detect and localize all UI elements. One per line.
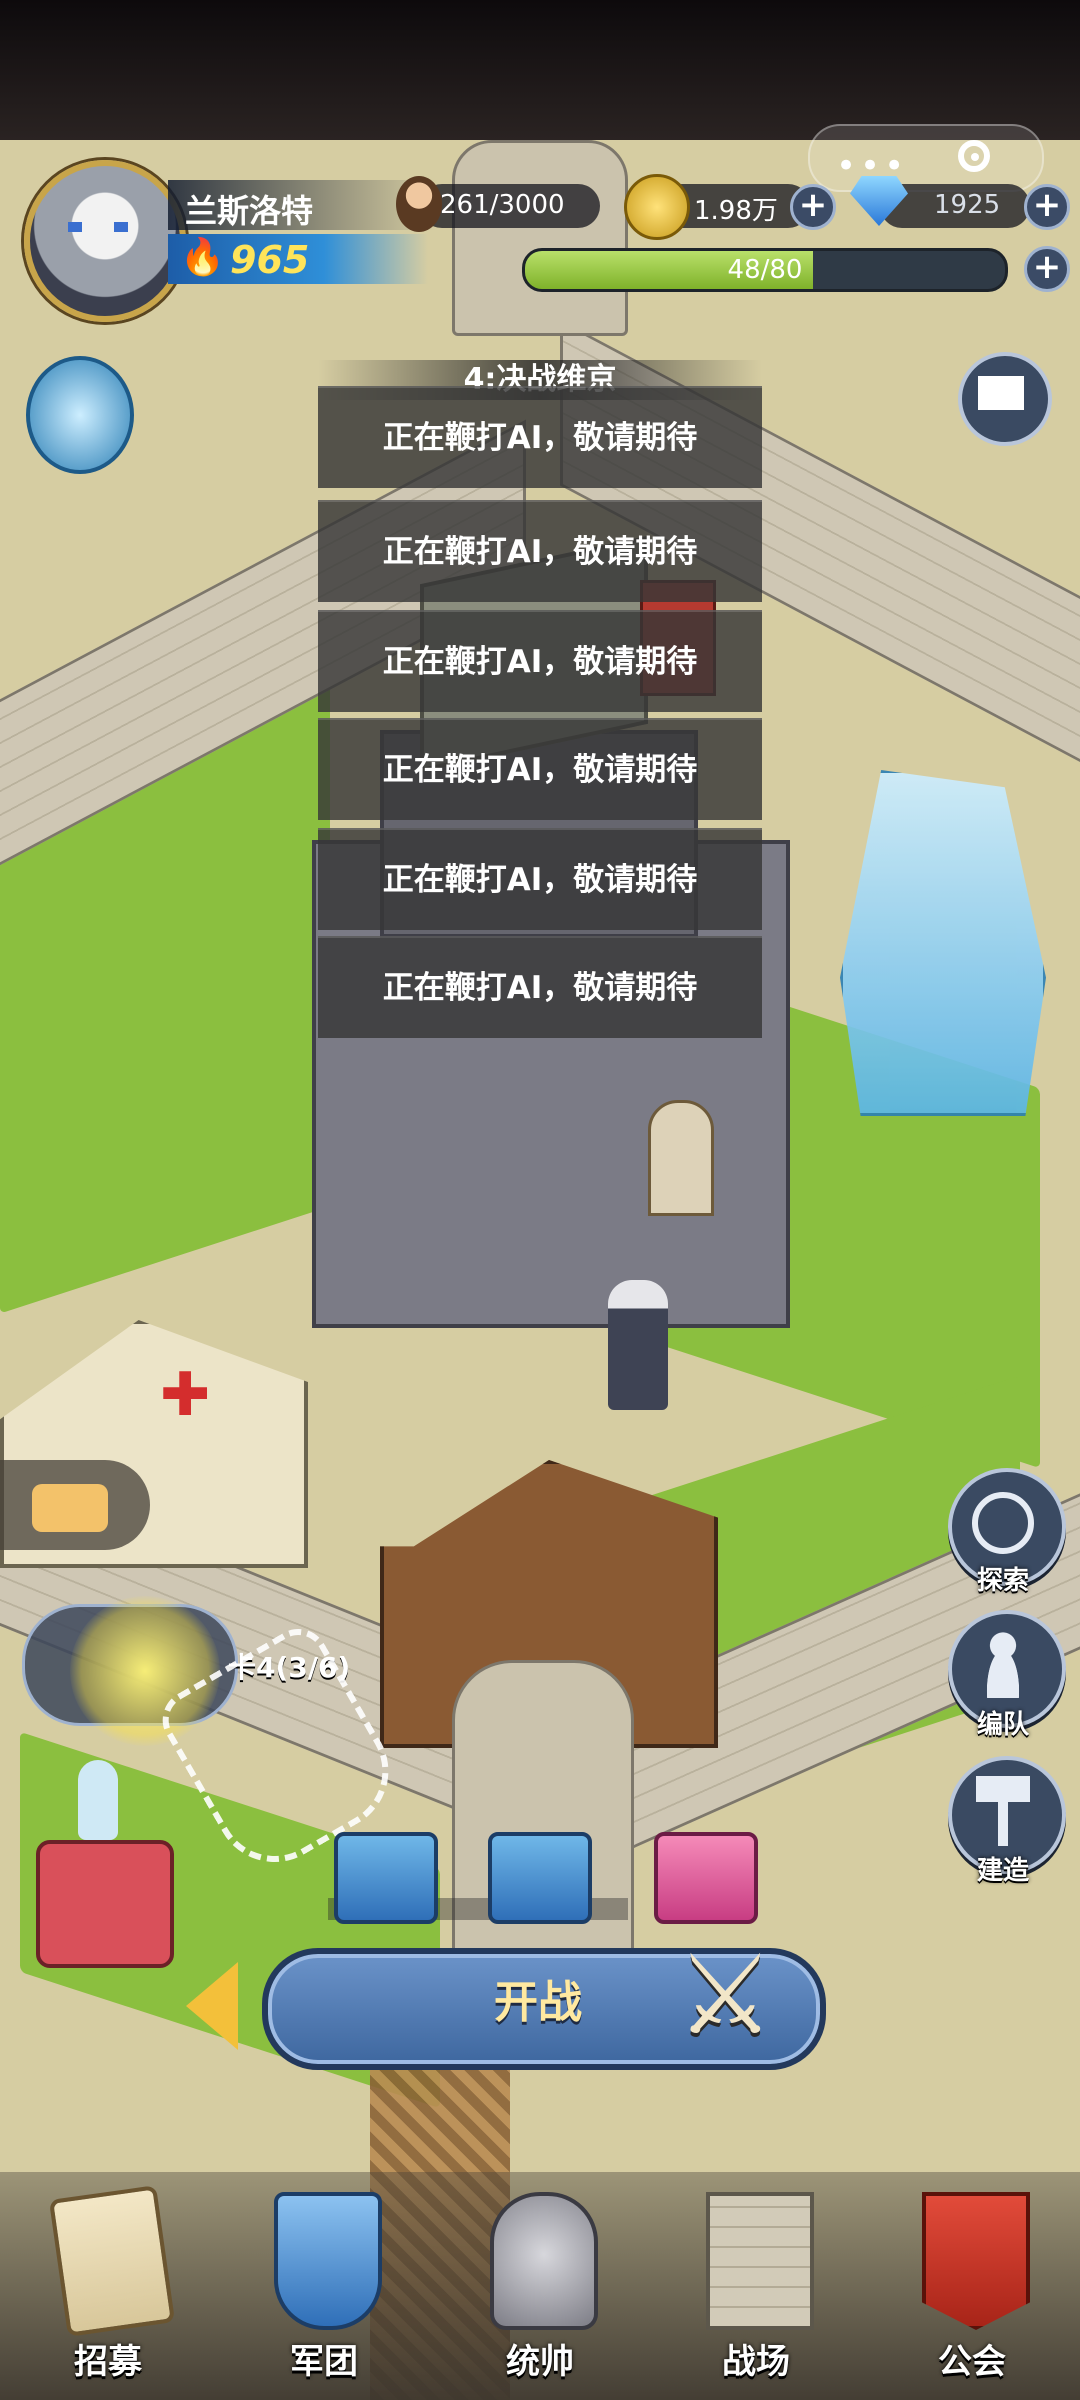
add-gold-button[interactable]: + — [790, 184, 836, 230]
nav-legion[interactable]: 军团 — [216, 2182, 432, 2392]
ice-crystal-statue[interactable] — [840, 770, 1046, 1116]
population-value: 261/3000 — [440, 190, 565, 220]
flame-icon: 🔥 — [180, 237, 225, 278]
stage-menu-item[interactable]: 正在鞭打AI，敬请期待 — [318, 828, 762, 930]
add-gem-button[interactable]: + — [1024, 184, 1070, 230]
gem-value: 1925 — [934, 190, 1001, 220]
scroll-icon — [48, 2185, 176, 2337]
stamina-value: 48/80 — [727, 255, 803, 285]
stage-menu-item[interactable]: 正在鞭打AI，敬请期待 — [318, 718, 762, 820]
chat-bubble-icon — [32, 1484, 108, 1532]
hammer-icon — [976, 1776, 1030, 1846]
nav-commander[interactable]: 统帅 — [432, 2182, 648, 2392]
gold-coin-icon — [624, 174, 690, 240]
close-capsule-dot — [971, 153, 979, 161]
top-status-band — [0, 0, 1080, 140]
previous-stage-arrow[interactable] — [186, 1962, 238, 2050]
nav-recruit[interactable]: 招募 — [0, 2182, 216, 2392]
nav-battlefield[interactable]: 战场 — [648, 2182, 864, 2392]
avatar-eyes — [68, 222, 128, 232]
red-cross-icon: ✚ — [160, 1360, 211, 1430]
shield-icon — [274, 2192, 382, 2330]
tower-icon — [706, 2192, 814, 2330]
crossed-swords-icon: ⚔ — [676, 1931, 775, 2059]
fairy-icon — [78, 1760, 118, 1840]
crystal-hero-icon[interactable] — [26, 356, 134, 474]
stage-menu-item[interactable]: 正在鞭打AI，敬请期待 — [318, 610, 762, 712]
pink-chest-icon[interactable] — [654, 1832, 758, 1924]
fairy-treasure-chest[interactable] — [36, 1840, 174, 1968]
knight-character[interactable] — [608, 1280, 668, 1410]
nav-label-recruit: 招募 — [74, 2342, 142, 2382]
mail-icon — [978, 376, 1024, 410]
blue-chest-icon[interactable] — [334, 1832, 438, 1924]
explore-label: 探索 — [976, 1566, 1029, 1596]
population-icon — [396, 176, 442, 232]
add-stamina-button[interactable]: + — [1024, 246, 1070, 292]
stamina-bar: 48/80 — [522, 248, 1008, 292]
stage-menu-item[interactable]: 正在鞭打AI，敬请期待 — [318, 386, 762, 488]
stage-menu-item[interactable]: 正在鞭打AI，敬请期待 — [318, 936, 762, 1038]
nav-label-legion: 军团 — [290, 2342, 358, 2382]
helmet-icon — [490, 2192, 598, 2330]
blue-chest-icon[interactable] — [488, 1832, 592, 1924]
gate-tower[interactable] — [452, 140, 628, 336]
nav-label-commander: 统帅 — [506, 2342, 574, 2382]
compass-icon — [972, 1492, 1034, 1554]
combat-power: 965 — [230, 238, 310, 282]
team-icon — [978, 1628, 1028, 1698]
build-label: 建造 — [976, 1856, 1029, 1886]
player-avatar[interactable] — [24, 160, 186, 322]
gold-value: 1.98万 — [694, 196, 778, 226]
banner-icon — [922, 2192, 1030, 2330]
nav-guild[interactable]: 公会 — [864, 2182, 1080, 2392]
nav-label-guild: 公会 — [938, 2342, 1006, 2382]
player-name: 兰斯洛特 — [185, 192, 314, 230]
stage-menu-item[interactable]: 正在鞭打AI，敬请期待 — [318, 500, 762, 602]
nav-label-battlefield: 战场 — [722, 2342, 790, 2382]
keep-door — [648, 1100, 714, 1216]
formation-label: 编队 — [976, 1710, 1029, 1740]
